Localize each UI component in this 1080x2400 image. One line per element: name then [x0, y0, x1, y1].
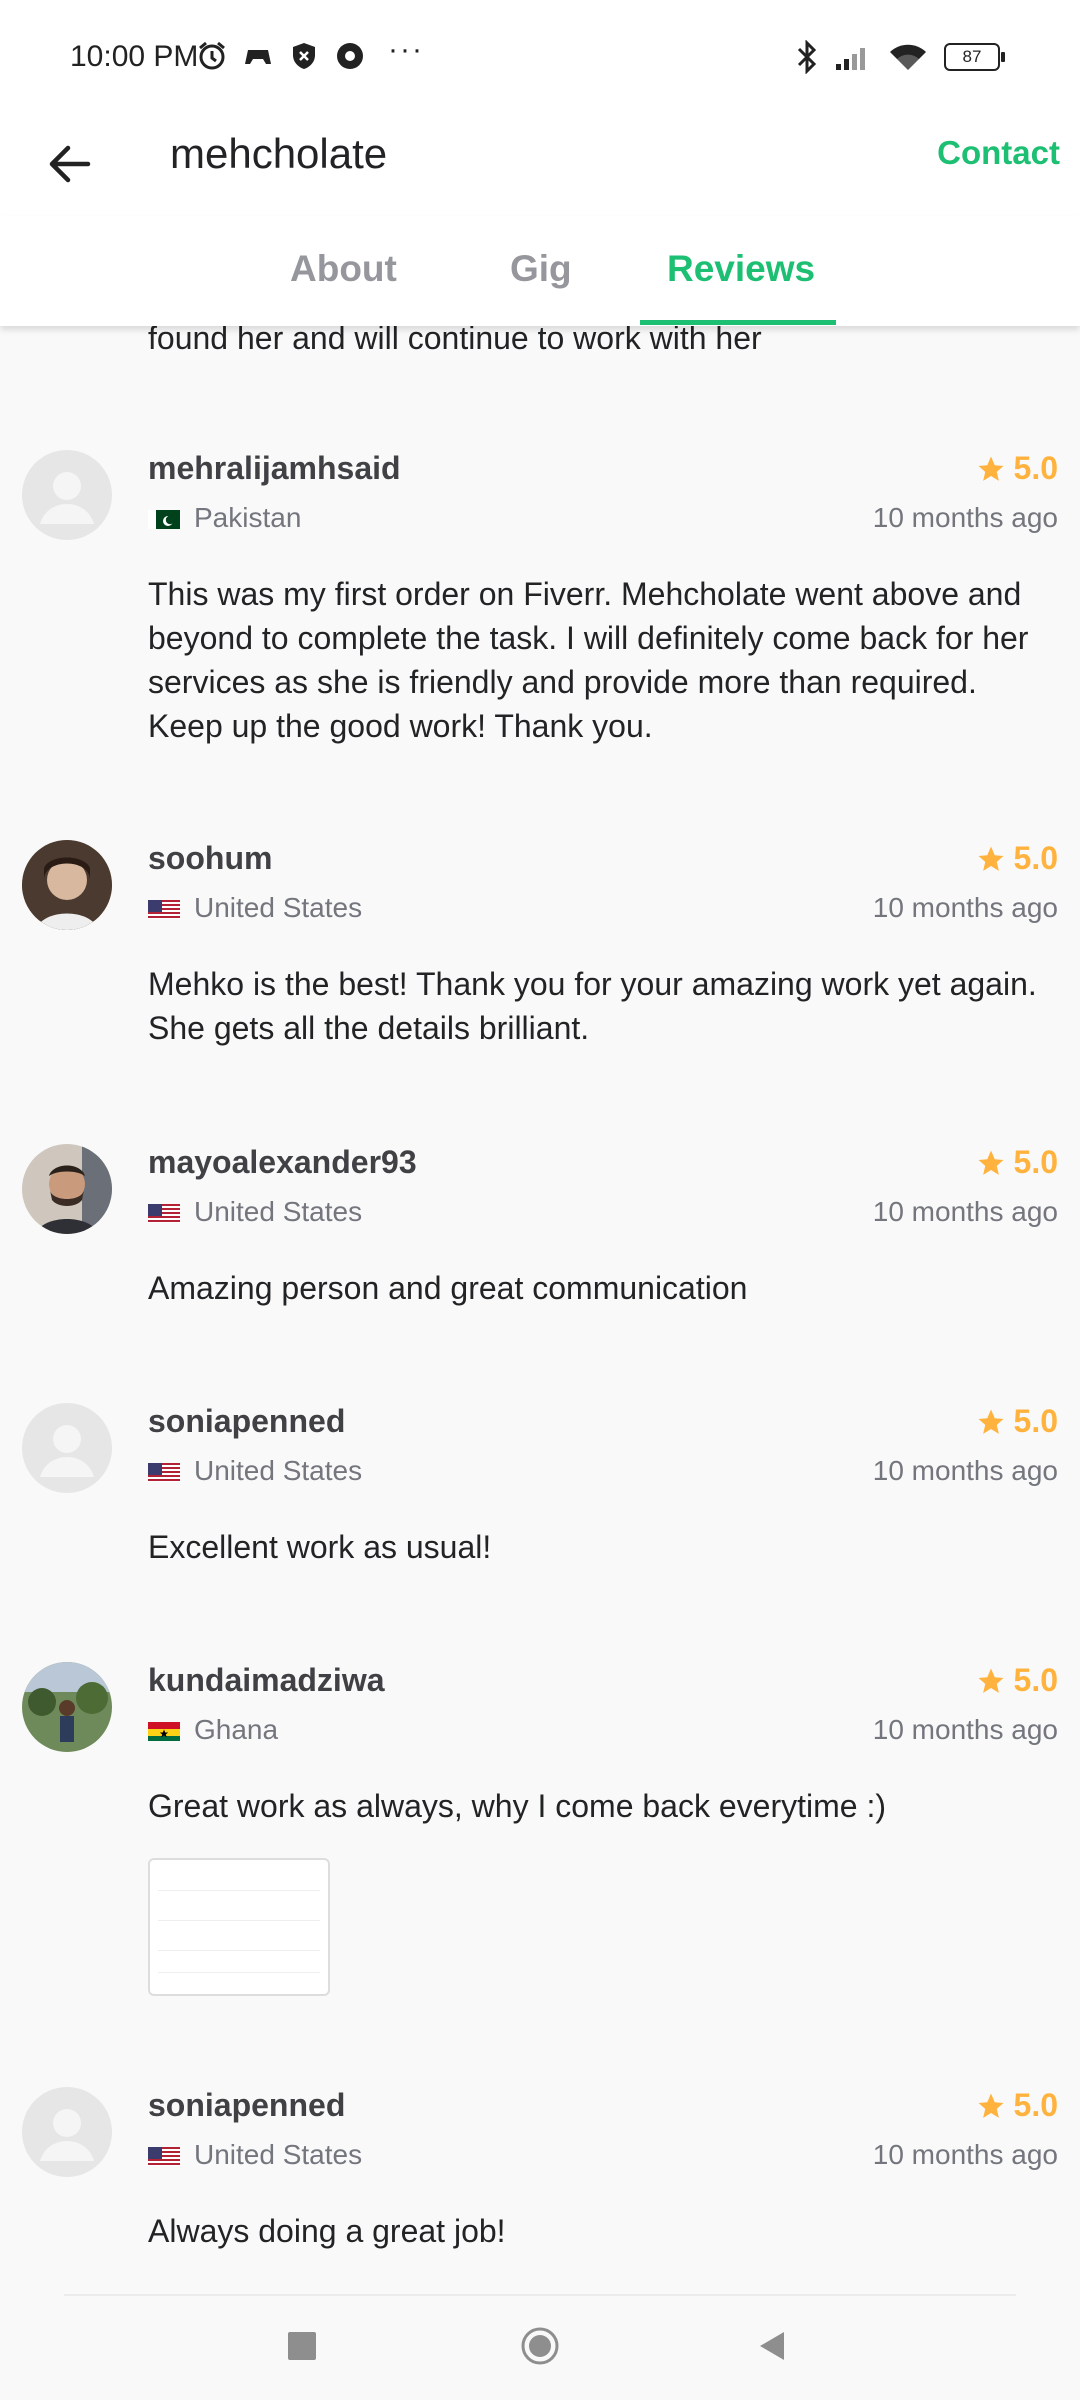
review-rating-value: 5.0: [1013, 840, 1058, 876]
us-flag-icon: [148, 897, 180, 919]
review-username[interactable]: mehralijamhsaid: [148, 450, 401, 487]
us-flag-icon: [148, 1460, 180, 1482]
home-button[interactable]: [520, 2326, 560, 2366]
review-text: Amazing person and great communication: [148, 1270, 748, 1306]
review-rating-value: 5.0: [1013, 1144, 1058, 1180]
user-placeholder-icon: [40, 2109, 94, 2161]
review-country: Ghana: [148, 1714, 278, 1746]
review-text: This was my first order on Fiverr. Mehch…: [148, 576, 1029, 744]
review-text: Excellent work as usual!: [148, 1529, 492, 1565]
tab-bar: About Gig Reviews: [0, 216, 1080, 326]
review-country-name: Pakistan: [194, 502, 302, 533]
review-date: 10 months ago: [872, 892, 1058, 923]
contact-button[interactable]: Contact: [937, 134, 1060, 172]
ghana-flag-icon: [148, 1719, 180, 1741]
avatar[interactable]: [22, 2087, 112, 2177]
shield-icon: [293, 43, 315, 69]
review-country-name: United States: [194, 1196, 363, 1227]
divider: [64, 2294, 1016, 2296]
review-username[interactable]: kundaimadziwa: [148, 1662, 385, 1699]
review-date: 10 months ago: [872, 1714, 1058, 1745]
star-icon: [978, 2093, 1004, 2118]
avatar[interactable]: [22, 450, 112, 540]
alarm-icon: [199, 41, 225, 70]
status-bar: 10:00 PM ··· 87: [0, 0, 1080, 110]
review-username[interactable]: soniapenned: [148, 2087, 345, 2124]
review-country: United States: [148, 1196, 362, 1228]
review-rating: 5.0: [976, 1662, 1058, 1699]
recent-apps-button[interactable]: [288, 2332, 316, 2360]
review-country: United States: [148, 2139, 362, 2171]
review-rating: 5.0: [976, 450, 1058, 487]
back-arrow-icon[interactable]: [40, 134, 100, 194]
review-rating-value: 5.0: [1013, 450, 1058, 486]
review-attachment-thumbnail[interactable]: [148, 1858, 330, 1996]
review-rating-value: 5.0: [1013, 1662, 1058, 1698]
wifi-icon: [890, 44, 926, 70]
review-rating: 5.0: [976, 1403, 1058, 1440]
review-rating: 5.0: [976, 840, 1058, 877]
star-icon: [978, 456, 1004, 481]
avatar-photo: [22, 840, 112, 930]
user-placeholder-icon: [40, 1425, 94, 1477]
review-text: Mehko is the best! Thank you for your am…: [148, 966, 1037, 1046]
avatar[interactable]: [22, 840, 112, 930]
reviews-list[interactable]: found her and will continue to work with…: [0, 326, 1080, 2294]
review-rating-value: 5.0: [1013, 1403, 1058, 1439]
us-flag-icon: [148, 2144, 180, 2166]
review-country-name: Ghana: [194, 1714, 279, 1745]
avatar[interactable]: [22, 1662, 112, 1752]
battery-icon: 87: [944, 43, 1005, 71]
review-country: United States: [148, 892, 362, 924]
more-notifications-icon: ···: [388, 33, 424, 66]
review-country: United States: [148, 1455, 362, 1487]
review-username[interactable]: soniapenned: [148, 1403, 345, 1440]
review-country: Pakistan: [148, 502, 301, 534]
back-button[interactable]: [756, 2330, 788, 2362]
user-placeholder-icon: [40, 472, 94, 524]
review-text: Great work as always, why I come back ev…: [148, 1788, 886, 1824]
avatar[interactable]: [22, 1403, 112, 1493]
review-text-partial: found her and will continue to work with…: [148, 326, 762, 356]
pakistan-flag-icon: [148, 507, 180, 529]
review-username[interactable]: mayoalexander93: [148, 1144, 417, 1181]
avatar-photo: [22, 1662, 112, 1752]
star-icon: [978, 1150, 1004, 1175]
battery-level: 87: [962, 47, 982, 66]
review-date: 10 months ago: [872, 502, 1058, 533]
bluetooth-icon: [797, 40, 817, 74]
active-tab-indicator: [640, 320, 836, 325]
review-date: 10 months ago: [872, 1196, 1058, 1227]
review-date: 10 months ago: [872, 1455, 1058, 1486]
review-username[interactable]: soohum: [148, 840, 272, 877]
review-rating: 5.0: [976, 1144, 1058, 1181]
app-header: mehcholate Contact: [0, 110, 1080, 216]
star-icon: [978, 1668, 1004, 1693]
media-icon: [337, 43, 363, 69]
review-text: Always doing a great job!: [148, 2213, 506, 2249]
tab-about[interactable]: About: [290, 248, 397, 290]
review-country-name: United States: [194, 2139, 363, 2170]
status-system-icons: 87: [796, 40, 1005, 74]
star-icon: [978, 846, 1004, 871]
star-icon: [978, 1409, 1004, 1434]
review-rating: 5.0: [976, 2087, 1058, 2124]
review-date: 10 months ago: [872, 2139, 1058, 2170]
tab-reviews[interactable]: Reviews: [667, 248, 815, 290]
review-rating-value: 5.0: [1013, 2087, 1058, 2123]
review-country-name: United States: [194, 892, 363, 923]
tab-gig[interactable]: Gig: [510, 248, 572, 290]
avatar[interactable]: [22, 1144, 112, 1234]
page-title: mehcholate: [170, 130, 388, 177]
status-notification-icons: ···: [196, 35, 424, 72]
avatar-photo: [22, 1144, 112, 1234]
status-time: 10:00 PM: [70, 40, 199, 73]
game-icon: [245, 50, 271, 64]
system-nav-bar: [0, 2294, 1080, 2400]
us-flag-icon: [148, 1201, 180, 1223]
signal-icon: [836, 48, 865, 70]
review-country-name: United States: [194, 1455, 363, 1486]
